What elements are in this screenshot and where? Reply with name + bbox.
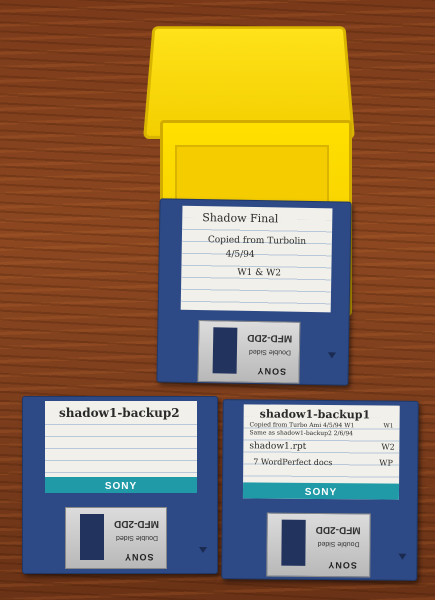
model-text: MFD-2DD (114, 518, 159, 529)
floppy-disk-right: shadow1-backup1 Copied from Turbo Ami 4/… (221, 399, 419, 581)
disk-label: shadow1-backup2 SONY (45, 401, 197, 493)
label-line-4: shadow1.rpt (249, 441, 307, 452)
label-line-1: shadow1-backup1 (259, 407, 371, 422)
floppy-disk-top: Shadow Final Copied from Turbolin 4/5/94… (156, 198, 352, 386)
label-side-note-2: W2 (381, 442, 395, 452)
label-line-5: 7 WordPerfect docs (253, 457, 333, 468)
spec-text: Double Sided (317, 539, 360, 548)
disk-shutter: MFD-2DD Double Sided SONY (65, 507, 167, 569)
label-line-3: Same as shadow1-backup2 2/6/94 (249, 429, 354, 438)
brand-text: SONY (124, 552, 154, 562)
label-line-3: 4/5/94 (225, 249, 255, 261)
model-text: MFD-2DD (315, 523, 361, 536)
disk-label: Shadow Final Copied from Turbolin 4/5/94… (180, 205, 333, 313)
disk-shutter: MFD-2DD Double Sided SONY (197, 320, 301, 384)
label-line-1: Shadow Final (202, 211, 279, 226)
brand-text: SONY (304, 486, 338, 499)
brand-text: SONY (256, 366, 287, 377)
label-line-2: Copied from Turbo Ami 4/5/94 W1 (249, 421, 355, 430)
label-side-note-1: W1 (383, 422, 394, 430)
disk-shutter: MFD-2DD Double Sided SONY (266, 512, 371, 578)
label-side-note-3: WP (379, 458, 393, 468)
brand-text: SONY (327, 560, 357, 571)
disk-label: shadow1-backup1 Copied from Turbo Ami 4/… (242, 404, 400, 500)
photo: Shadow Final Copied from Turbolin 4/5/94… (0, 0, 435, 600)
model-text: MFD-2DD (247, 331, 293, 344)
spec-text: Double Sided (116, 534, 159, 541)
floppy-disk-left: shadow1-backup2 SONY MFD-2DD Double Side… (22, 396, 218, 574)
spec-text: Double Sided (248, 347, 292, 356)
brand-text: SONY (104, 481, 138, 492)
label-line-4: W1 & W2 (237, 267, 282, 279)
label-line-2: Copied from Turbolin (207, 235, 307, 247)
label-line-1: shadow1-backup2 (59, 406, 180, 420)
